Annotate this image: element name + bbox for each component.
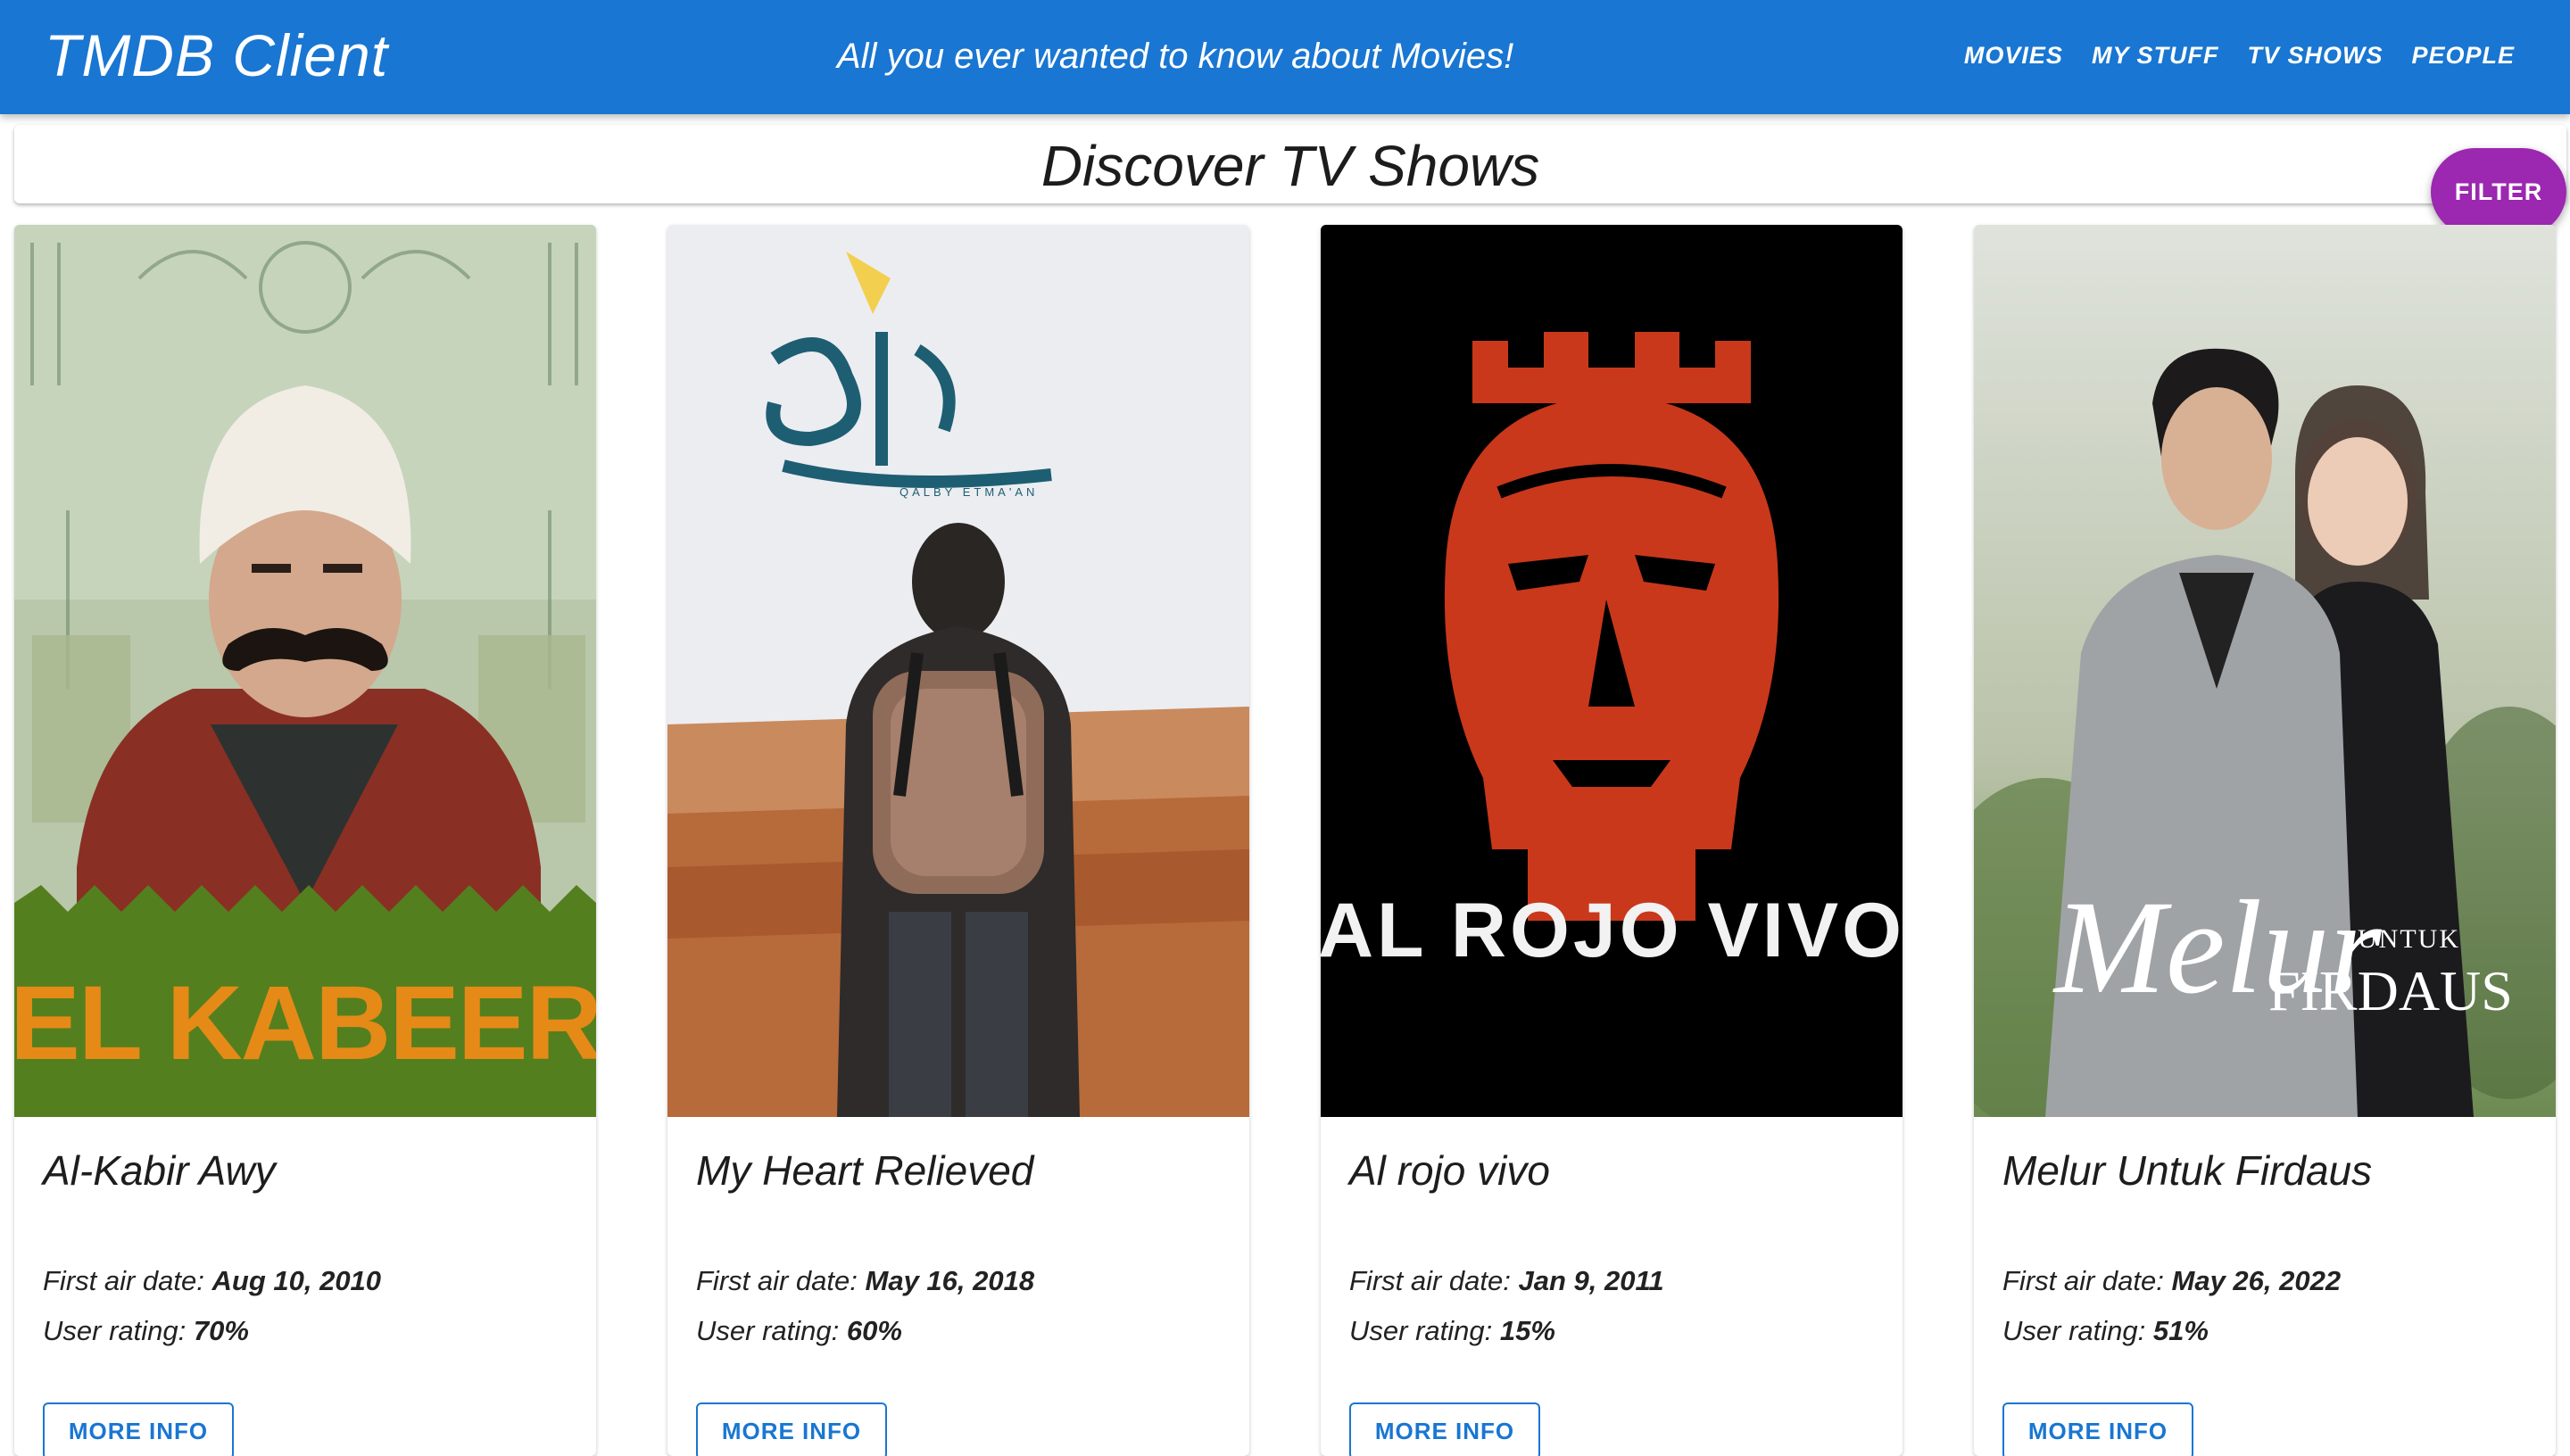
page-title: Discover TV Shows	[1040, 134, 1540, 198]
show-poster[interactable]: QALBY ETMA'AN	[667, 225, 1249, 1117]
poster-subtitle: UNTUK	[2358, 924, 2460, 954]
first-air-date: First air date: May 26, 2022	[2002, 1265, 2342, 1296]
poster-title: EL KABEER	[14, 964, 596, 1082]
poster-image: AL ROJO VIVO	[1321, 225, 1903, 1117]
user-rating: User rating: 51%	[2002, 1315, 2209, 1346]
nav-movies[interactable]: MOVIES	[1964, 36, 2063, 75]
more-info-button[interactable]: MORE INFO	[43, 1402, 234, 1456]
main-nav: MOVIES MY STUFF TV SHOWS PEOPLE	[1964, 36, 2515, 75]
more-info-button[interactable]: MORE INFO	[696, 1402, 887, 1456]
more-info-button[interactable]: MORE INFO	[2002, 1402, 2193, 1456]
show-card: AL ROJO VIVO Al rojo vivo First air date…	[1321, 225, 1903, 1456]
user-rating: User rating: 60%	[696, 1315, 902, 1346]
nav-tv-shows[interactable]: TV SHOWS	[2247, 36, 2383, 75]
first-air-date: First air date: Aug 10, 2010	[43, 1265, 382, 1296]
poster-title-2: FIRDAUS	[2268, 959, 2513, 1022]
first-air-date: First air date: May 16, 2018	[696, 1265, 1035, 1296]
show-title[interactable]: Melur Untuk Firdaus	[2002, 1146, 2372, 1195]
poster-title: QALBY ETMA'AN	[900, 485, 1038, 499]
app-brand[interactable]: TMDB Client	[45, 20, 388, 91]
show-card: EL KABEER Al-Kabir Awy First air date: A…	[14, 225, 596, 1456]
section-header: Discover TV Shows	[14, 125, 2566, 203]
nav-my-stuff[interactable]: MY STUFF	[2092, 36, 2219, 75]
user-rating: User rating: 15%	[1349, 1315, 1555, 1346]
poster-image: EL KABEER	[14, 225, 596, 1117]
user-rating: User rating: 70%	[43, 1315, 249, 1346]
app-bar: TMDB Client All you ever wanted to know …	[0, 0, 2570, 114]
poster-title: AL ROJO VIVO	[1321, 888, 1903, 973]
show-card: Melur UNTUK FIRDAUS Melur Untuk Firdaus …	[1974, 225, 2556, 1456]
show-card: QALBY ETMA'AN My Heart Relieved First ai…	[667, 225, 1249, 1456]
show-title[interactable]: My Heart Relieved	[696, 1146, 1033, 1195]
poster-image: QALBY ETMA'AN	[667, 225, 1249, 1117]
show-poster[interactable]: EL KABEER	[14, 225, 596, 1117]
more-info-button[interactable]: MORE INFO	[1349, 1402, 1540, 1456]
show-poster[interactable]: Melur UNTUK FIRDAUS	[1974, 225, 2556, 1117]
show-title[interactable]: Al-Kabir Awy	[43, 1146, 276, 1195]
app-tagline: All you ever wanted to know about Movies…	[837, 37, 1514, 76]
first-air-date: First air date: Jan 9, 2011	[1349, 1265, 1664, 1296]
show-poster[interactable]: AL ROJO VIVO	[1321, 225, 1903, 1117]
show-title[interactable]: Al rojo vivo	[1349, 1146, 1550, 1195]
filter-button[interactable]: FILTER	[2431, 148, 2566, 236]
nav-people[interactable]: PEOPLE	[2411, 36, 2515, 75]
poster-image: Melur UNTUK FIRDAUS	[1974, 225, 2556, 1117]
